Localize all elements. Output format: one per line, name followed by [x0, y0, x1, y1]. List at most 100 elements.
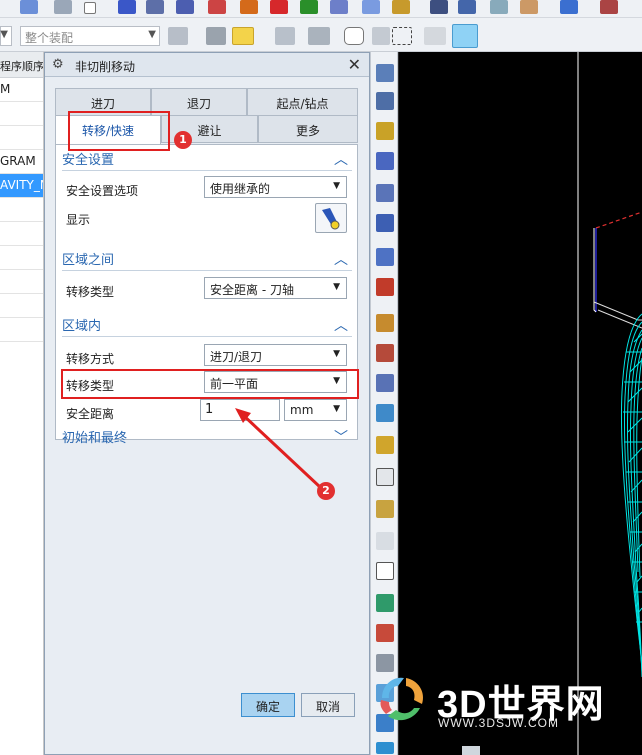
zoom-icon[interactable] [490, 0, 508, 14]
section-title: 初始和最终 [62, 431, 128, 446]
display-button[interactable] [315, 203, 347, 233]
assembly-combo-label: 整个装配 [25, 31, 74, 45]
chevron-down-icon[interactable]: ﹀ [334, 427, 348, 447]
chevron-up-icon[interactable]: ︿ [334, 149, 348, 169]
feature-icon[interactable] [240, 0, 258, 14]
list-item[interactable]: GRAM [0, 150, 43, 174]
cyan-toolpath [620, 313, 642, 678]
filter-combo[interactable]: ▼ [0, 26, 12, 46]
pan-icon[interactable] [520, 0, 538, 14]
toolbar-icon[interactable] [376, 184, 394, 202]
shaded-cube-icon[interactable] [452, 24, 478, 48]
assembly-combo[interactable]: 整个装配 ▼ [20, 26, 160, 46]
fit-icon[interactable] [560, 0, 578, 14]
toolbar-icon[interactable] [376, 314, 394, 332]
edit-icon[interactable] [54, 0, 72, 14]
watermark-url: WWW.3DSJW.COM [438, 716, 559, 730]
hexagon-icon[interactable] [344, 27, 364, 45]
list-item[interactable] [0, 198, 43, 222]
filter-icon[interactable] [232, 27, 254, 45]
grid-select-icon[interactable] [168, 27, 188, 45]
pencil-icon[interactable] [300, 0, 318, 14]
graphics-viewport[interactable] [398, 52, 642, 755]
section-between-regions: 区域之间 ︿ [62, 249, 352, 271]
list-item[interactable] [0, 246, 43, 270]
chevron-up-icon[interactable]: ︿ [334, 315, 348, 335]
list-item[interactable] [0, 318, 43, 342]
text-icon[interactable] [376, 468, 394, 486]
sheet-icon[interactable] [430, 0, 448, 14]
safe-distance-input[interactable]: 1 [200, 399, 280, 421]
toolbar-icon[interactable] [376, 374, 394, 392]
toolbar-icon[interactable] [376, 624, 394, 642]
axis-icon[interactable] [600, 0, 618, 14]
program-icon[interactable] [176, 0, 194, 14]
toolbar-icon[interactable] [376, 278, 394, 296]
safety-option-select[interactable]: 使用继承的 ▼ [204, 176, 347, 198]
between-transfer-type-select[interactable]: 安全距离 - 刀轴 ▼ [204, 277, 347, 299]
layers-icon[interactable] [146, 0, 164, 14]
toolbar-icon[interactable] [376, 436, 394, 454]
list-item[interactable] [0, 222, 43, 246]
ok-button[interactable]: 确定 [241, 693, 295, 717]
tab-start-drill-points[interactable]: 起点/钻点 [247, 88, 358, 116]
snap-icon[interactable] [275, 27, 295, 45]
measure-icon[interactable] [308, 27, 330, 45]
navigator-header[interactable]: 程序顺序 [0, 52, 43, 78]
surface-icon[interactable] [362, 0, 380, 14]
list-item[interactable] [0, 294, 43, 318]
solid-icon[interactable] [392, 0, 410, 14]
section-header[interactable]: 初始和最终 ﹀ [62, 427, 352, 449]
list-item[interactable]: M [0, 78, 43, 102]
section-header[interactable]: 区域内 ︿ [62, 315, 352, 337]
chevron-up-icon[interactable]: ︿ [334, 249, 348, 269]
toolbar-icon[interactable] [376, 92, 394, 110]
tab-more[interactable]: 更多 [258, 115, 358, 143]
rotate-icon[interactable] [208, 0, 226, 14]
arrow-icon[interactable] [20, 0, 38, 14]
toolbar-icon[interactable] [376, 64, 394, 82]
toolbar-icon[interactable] [376, 594, 394, 612]
highlight-transfer-rapid-tab [68, 111, 170, 151]
blank-icon[interactable] [84, 2, 96, 14]
view-icon[interactable] [458, 0, 476, 14]
display-label: 显示 [66, 213, 91, 227]
transfer-mode-select[interactable]: 进刀/退刀 ▼ [204, 344, 347, 366]
cube-icon[interactable] [330, 0, 348, 14]
list-item[interactable] [0, 270, 43, 294]
tool-icon[interactable] [118, 0, 136, 14]
shape-icon[interactable] [372, 27, 390, 45]
toolbar-icon[interactable] [376, 152, 394, 170]
select-box-icon[interactable] [392, 27, 412, 45]
list-item-selected[interactable]: AVITY_N [0, 174, 43, 198]
section-header[interactable]: 安全设置 ︿ [62, 149, 352, 171]
dialog-title-bar[interactable]: ⚙ 非切削移动 ✕ [45, 53, 369, 77]
section-header[interactable]: 区域之间 ︿ [62, 249, 352, 271]
chevron-down-icon: ▼ [0, 29, 8, 40]
safe-distance-unit: mm [290, 403, 314, 417]
chevron-down-icon: ▼ [148, 29, 156, 40]
cancel-button[interactable]: 取消 [301, 693, 355, 717]
toolbar-icon[interactable] [376, 122, 394, 140]
safe-distance-label: 安全距离 [66, 407, 115, 421]
eraser-icon[interactable] [424, 27, 446, 45]
toolbar-icon[interactable] [376, 532, 394, 550]
toolbar-icon[interactable] [376, 248, 394, 266]
toolbar-icon[interactable] [376, 344, 394, 362]
chevron-down-icon: ▼ [333, 181, 340, 191]
close-icon[interactable]: ✕ [348, 55, 361, 74]
mesh-icon[interactable] [270, 0, 288, 14]
toolbar-icon[interactable] [376, 214, 394, 232]
section-title: 安全设置 [62, 153, 115, 168]
top-toolbar-row1 [0, 0, 642, 18]
toolbar-icon[interactable] [376, 500, 394, 518]
safe-distance-unit-select[interactable]: mm ▼ [284, 399, 347, 421]
list-item[interactable] [0, 126, 43, 150]
toolbar-icon[interactable] [376, 404, 394, 422]
safety-option-value: 使用继承的 [210, 182, 271, 196]
section-title: 区域内 [62, 319, 102, 334]
pick-icon[interactable] [206, 27, 226, 45]
list-item[interactable] [0, 102, 43, 126]
page-icon[interactable] [376, 562, 394, 580]
toolbar-icon[interactable] [376, 742, 394, 754]
